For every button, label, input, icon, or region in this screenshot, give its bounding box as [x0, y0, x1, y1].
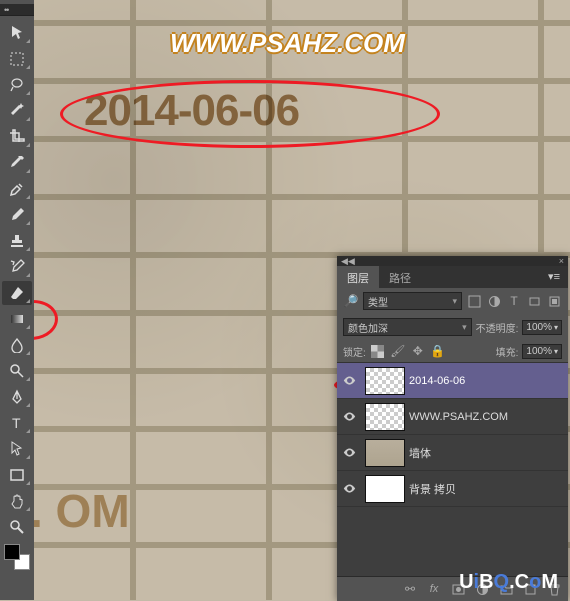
- layer-name[interactable]: WWW.PSAHZ.COM: [409, 411, 568, 423]
- gradient-tool[interactable]: [2, 307, 32, 331]
- blend-mode-select[interactable]: 颜色加深▾: [343, 318, 472, 336]
- hand-tool[interactable]: [2, 489, 32, 513]
- svg-text:T: T: [12, 415, 21, 431]
- eraser-tool[interactable]: [2, 281, 32, 305]
- filter-shape-icon[interactable]: [526, 293, 542, 309]
- layer-list: 2014-06-06 WWW.PSAHZ.COM 墙体 背景 拷贝: [337, 363, 568, 577]
- layer-name[interactable]: 2014-06-06: [409, 375, 568, 387]
- tools-panel: •• T: [0, 0, 34, 600]
- fill-label: 填充:: [496, 344, 519, 359]
- lock-trans-icon[interactable]: [370, 343, 386, 359]
- watermark: UiBQ.CoM: [459, 571, 558, 594]
- layer-name[interactable]: 背景 拷贝: [409, 481, 568, 497]
- eyedropper-tool[interactable]: [2, 151, 32, 175]
- fg-color[interactable]: [4, 544, 20, 560]
- pen-tool[interactable]: [2, 385, 32, 409]
- opacity-label: 不透明度:: [476, 320, 519, 335]
- lock-move-icon[interactable]: ✥: [410, 343, 426, 359]
- layer-row[interactable]: WWW.PSAHZ.COM: [337, 399, 568, 435]
- fill-input[interactable]: 100%▾: [522, 344, 562, 359]
- lock-paint-icon[interactable]: 🖌: [390, 343, 406, 359]
- visibility-icon[interactable]: [337, 446, 361, 459]
- filter-smart-icon[interactable]: [546, 293, 562, 309]
- filter-kind-select[interactable]: 类型▾: [363, 292, 462, 310]
- layer-row[interactable]: 2014-06-06: [337, 363, 568, 399]
- visibility-icon[interactable]: [337, 374, 361, 387]
- stamp-tool[interactable]: [2, 229, 32, 253]
- layer-name[interactable]: 墙体: [409, 445, 568, 461]
- blur-tool[interactable]: [2, 333, 32, 357]
- move-tool[interactable]: [2, 21, 32, 45]
- tab-paths[interactable]: 路径: [379, 266, 421, 288]
- lock-label: 锁定:: [343, 344, 366, 359]
- layer-fx-icon[interactable]: fx: [426, 581, 442, 597]
- filter-type-icon[interactable]: T: [506, 293, 522, 309]
- marquee-tool[interactable]: [2, 47, 32, 71]
- type-tool[interactable]: T: [2, 411, 32, 435]
- history-brush-tool[interactable]: [2, 255, 32, 279]
- healing-brush-tool[interactable]: [2, 177, 32, 201]
- canvas-date-text: 2014-06-06: [84, 86, 299, 136]
- magic-wand-tool[interactable]: [2, 99, 32, 123]
- layer-thumb[interactable]: [365, 475, 405, 503]
- canvas-faded-text: . OM: [30, 484, 130, 538]
- brush-tool[interactable]: [2, 203, 32, 227]
- crop-tool[interactable]: [2, 125, 32, 149]
- color-swatches[interactable]: [4, 544, 30, 570]
- canvas-title-text: WWW.PSAHZ.COM: [170, 28, 405, 59]
- visibility-icon[interactable]: [337, 482, 361, 495]
- tab-layers[interactable]: 图层: [337, 266, 379, 288]
- zoom-tool[interactable]: [2, 515, 32, 539]
- lasso-tool[interactable]: [2, 73, 32, 97]
- layers-panel: ◀◀× 图层 路径 ▾≡ 🔎 类型▾ T 颜色加深▾ 不透明度: 100%▾ 锁…: [337, 256, 568, 601]
- search-icon[interactable]: 🔎: [343, 293, 359, 309]
- path-select-tool[interactable]: [2, 437, 32, 461]
- layer-row[interactable]: 墙体: [337, 435, 568, 471]
- lock-all-icon[interactable]: 🔒: [430, 343, 446, 359]
- layer-thumb[interactable]: [365, 403, 405, 431]
- panel-header[interactable]: ◀◀×: [337, 256, 568, 266]
- visibility-icon[interactable]: [337, 410, 361, 423]
- dodge-tool[interactable]: [2, 359, 32, 383]
- layer-thumb[interactable]: [365, 439, 405, 467]
- link-layers-icon[interactable]: ⚯: [402, 581, 418, 597]
- filter-pixel-icon[interactable]: [466, 293, 482, 309]
- layer-thumb[interactable]: [365, 367, 405, 395]
- layer-row[interactable]: 背景 拷贝: [337, 471, 568, 507]
- filter-adjust-icon[interactable]: [486, 293, 502, 309]
- rectangle-tool[interactable]: [2, 463, 32, 487]
- opacity-input[interactable]: 100%▾: [522, 320, 562, 335]
- toolbar-header[interactable]: ••: [0, 4, 34, 16]
- panel-menu-icon[interactable]: ▾≡: [540, 266, 568, 288]
